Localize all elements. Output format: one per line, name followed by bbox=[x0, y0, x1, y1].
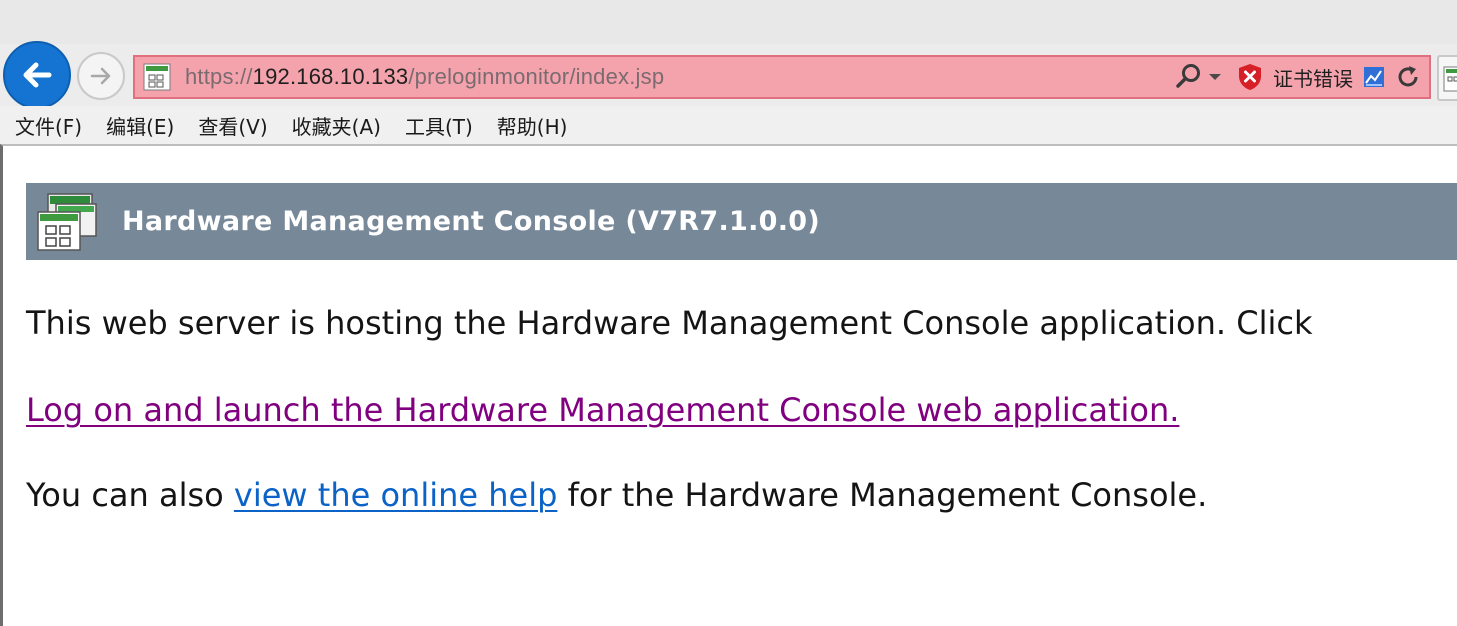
address-bar-actions: 证书错误 bbox=[1173, 57, 1429, 97]
page-banner: Hardware Management Console (V7R7.1.0.0) bbox=[26, 183, 1457, 260]
menu-edit[interactable]: 编辑(E) bbox=[106, 111, 174, 140]
back-button[interactable] bbox=[3, 41, 71, 109]
address-bar[interactable]: https://192.168.10.133/preloginmonitor/i… bbox=[133, 55, 1431, 99]
page-content: Hardware Management Console (V7R7.1.0.0)… bbox=[0, 144, 1457, 626]
menu-tools[interactable]: 工具(T) bbox=[405, 111, 473, 140]
forward-button[interactable] bbox=[77, 52, 125, 100]
back-arrow-icon bbox=[23, 62, 52, 88]
shield-error-icon bbox=[1239, 64, 1261, 90]
certificate-error-label: 证书错误 bbox=[1273, 66, 1353, 91]
address-url-text[interactable]: https://192.168.10.133/preloginmonitor/i… bbox=[185, 64, 664, 90]
launch-hmc-link[interactable]: Log on and launch the Hardware Managemen… bbox=[26, 391, 1179, 429]
url-host: 192.168.10.133 bbox=[252, 64, 409, 89]
url-path: /preloginmonitor/index.jsp bbox=[408, 64, 665, 89]
menu-favorites[interactable]: 收藏夹(A) bbox=[292, 111, 381, 140]
compatibility-view-icon[interactable] bbox=[1363, 66, 1385, 88]
hmc-logo-icon bbox=[37, 192, 97, 251]
url-scheme: https:// bbox=[185, 64, 253, 89]
page-title: Hardware Management Console (V7R7.1.0.0) bbox=[122, 206, 821, 237]
menu-view[interactable]: 查看(V) bbox=[198, 111, 267, 140]
search-icon[interactable] bbox=[1173, 62, 1203, 92]
tab-favicon-icon bbox=[1443, 66, 1457, 92]
help-suffix-text: for the Hardware Management Console. bbox=[557, 476, 1208, 514]
browser-tab[interactable] bbox=[1437, 55, 1457, 101]
forward-arrow-icon bbox=[90, 67, 111, 85]
intro-text: This web server is hosting the Hardware … bbox=[26, 304, 1313, 342]
browser-title-bar bbox=[0, 0, 1457, 44]
certificate-error-button[interactable]: 证书错误 bbox=[1237, 57, 1363, 97]
site-favicon-icon bbox=[143, 63, 171, 91]
help-prefix-text: You can also bbox=[26, 476, 234, 514]
menu-help[interactable]: 帮助(H) bbox=[497, 111, 568, 140]
launch-paragraph: Log on and launch the Hardware Managemen… bbox=[26, 391, 1179, 429]
menu-file[interactable]: 文件(F) bbox=[15, 111, 82, 140]
refresh-icon[interactable] bbox=[1395, 64, 1421, 90]
chevron-down-icon[interactable] bbox=[1207, 72, 1223, 82]
online-help-link[interactable]: view the online help bbox=[234, 476, 558, 514]
help-paragraph: You can also view the online help for th… bbox=[26, 476, 1207, 514]
menu-bar: 文件(F) 编辑(E) 查看(V) 收藏夹(A) 工具(T) 帮助(H) bbox=[0, 106, 1457, 144]
